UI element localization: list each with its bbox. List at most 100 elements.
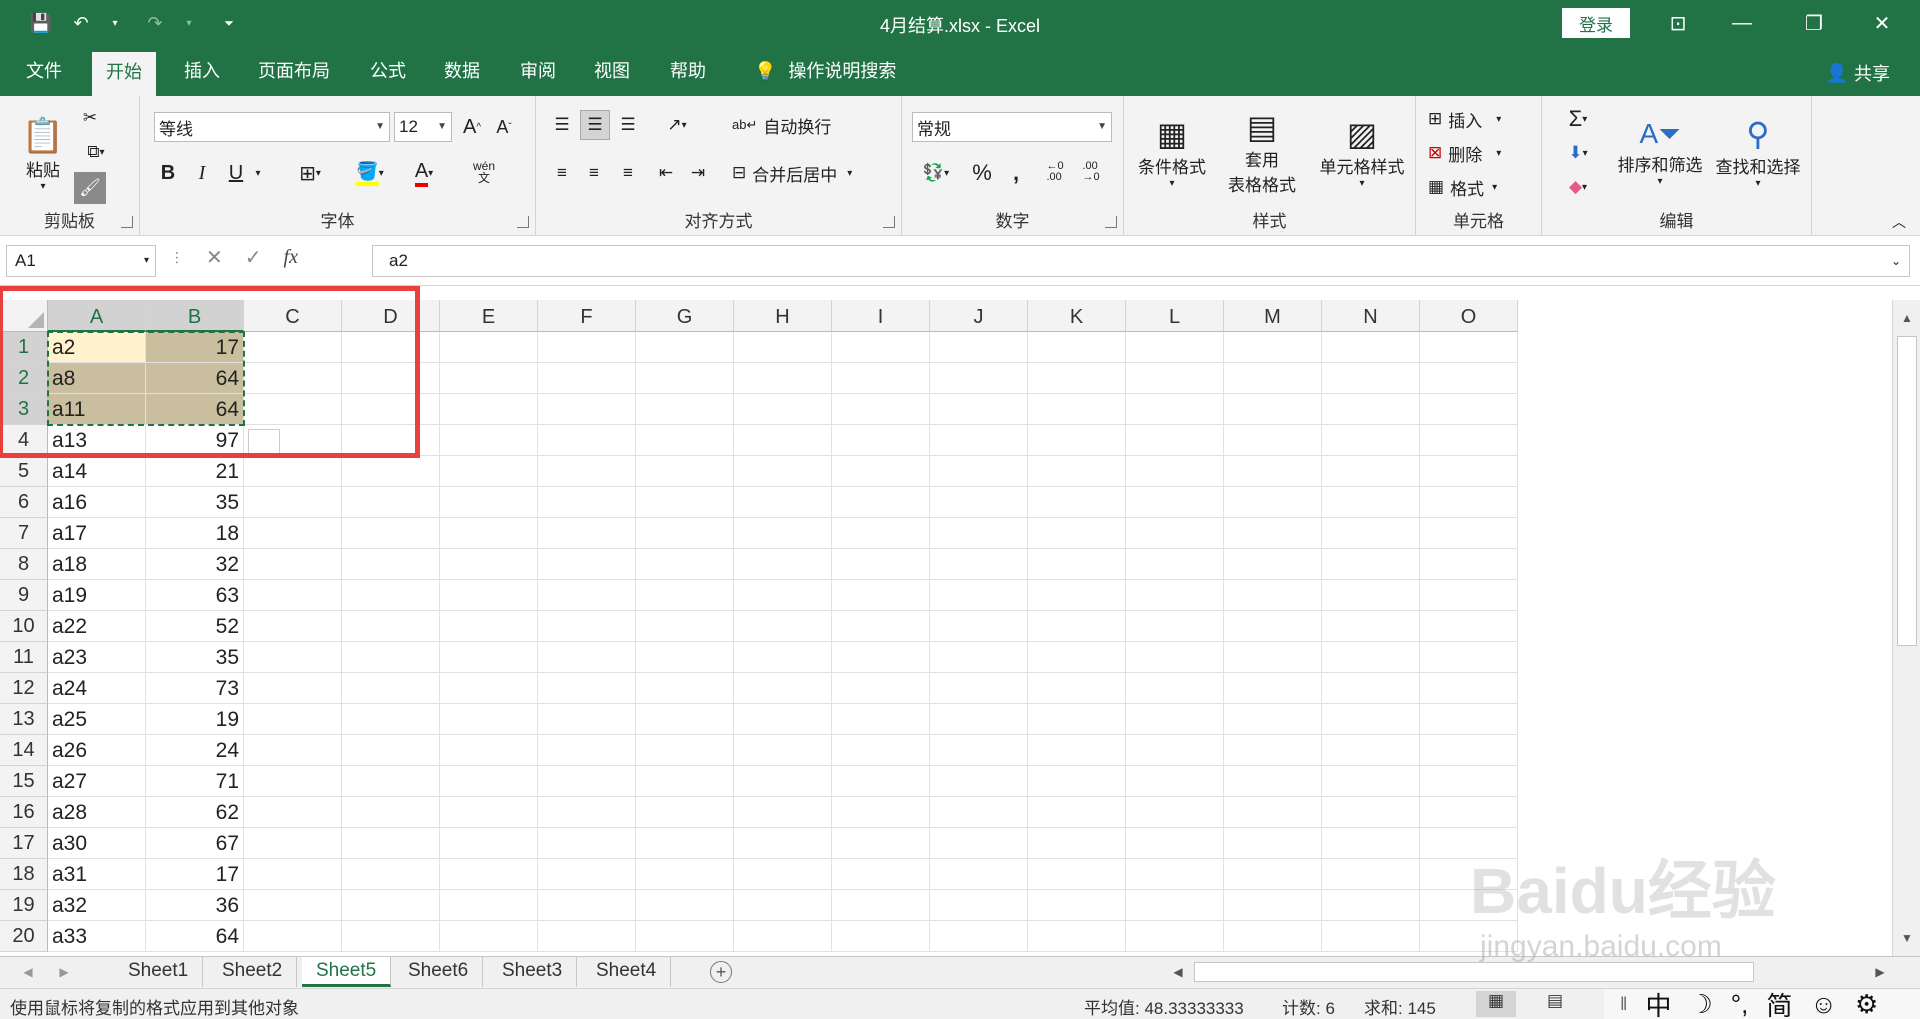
cell-empty[interactable]	[734, 642, 832, 673]
column-header-i[interactable]: I	[832, 300, 930, 332]
cell-empty[interactable]	[734, 766, 832, 797]
cell-empty[interactable]	[1028, 642, 1126, 673]
cell-empty[interactable]	[930, 518, 1028, 549]
row-header[interactable]: 1	[0, 332, 48, 363]
add-sheet-icon[interactable]: +	[710, 961, 732, 983]
tab-page-layout[interactable]: 页面布局	[244, 46, 344, 96]
column-header-m[interactable]: M	[1224, 300, 1322, 332]
cell-empty[interactable]	[1224, 425, 1322, 456]
cell-a[interactable]: a13	[48, 425, 146, 456]
cell-empty[interactable]	[1028, 549, 1126, 580]
sheet-tab-sheet3[interactable]: Sheet3	[488, 957, 578, 987]
cell-empty[interactable]	[342, 673, 440, 704]
cell-empty[interactable]	[1322, 890, 1420, 921]
cell-empty[interactable]	[930, 704, 1028, 735]
cell-empty[interactable]	[342, 859, 440, 890]
cell-empty[interactable]	[1322, 673, 1420, 704]
enter-icon[interactable]: ✓	[245, 245, 262, 270]
cell-empty[interactable]	[1420, 890, 1518, 921]
cell-empty[interactable]	[440, 890, 538, 921]
cell-b[interactable]: 71	[146, 766, 244, 797]
cell-empty[interactable]	[636, 549, 734, 580]
cell-empty[interactable]	[1126, 363, 1224, 394]
close-icon[interactable]: ✕	[1862, 6, 1902, 40]
cell-empty[interactable]	[1224, 766, 1322, 797]
accounting-format-icon[interactable]: 💱 ▾	[912, 158, 960, 188]
format-as-table-button[interactable]: ▤ 套用 表格格式	[1214, 102, 1310, 202]
cell-empty[interactable]	[440, 642, 538, 673]
cell-empty[interactable]	[440, 673, 538, 704]
insert-cells-button[interactable]: ⊞ 插入 ▾	[1428, 104, 1534, 134]
cell-empty[interactable]	[342, 456, 440, 487]
number-format-combo[interactable]: 常规 ▼	[912, 112, 1112, 142]
cell-empty[interactable]	[832, 828, 930, 859]
cell-empty[interactable]	[1224, 394, 1322, 425]
cell-empty[interactable]	[930, 642, 1028, 673]
scroll-up-icon[interactable]: ▲	[1893, 304, 1920, 332]
cell-empty[interactable]	[1322, 921, 1420, 952]
cell-empty[interactable]	[342, 394, 440, 425]
collapse-ribbon-icon[interactable]: ︿	[1886, 212, 1912, 232]
cell-empty[interactable]	[930, 611, 1028, 642]
font-color-icon[interactable]: A ▾	[402, 158, 446, 188]
cell-b[interactable]: 19	[146, 704, 244, 735]
delete-cells-button[interactable]: ⊠ 删除 ▾	[1428, 138, 1534, 168]
cell-empty[interactable]	[1224, 921, 1322, 952]
cell-a[interactable]: a26	[48, 735, 146, 766]
cell-b[interactable]: 64	[146, 363, 244, 394]
cell-empty[interactable]	[832, 673, 930, 704]
cell-a[interactable]: a16	[48, 487, 146, 518]
cell-empty[interactable]	[538, 549, 636, 580]
ime-chinese-mode[interactable]: 中	[1645, 986, 1671, 1019]
cell-empty[interactable]	[734, 456, 832, 487]
cell-empty[interactable]	[538, 580, 636, 611]
cell-empty[interactable]	[1028, 456, 1126, 487]
cell-empty[interactable]	[930, 859, 1028, 890]
cell-empty[interactable]	[538, 828, 636, 859]
orientation-icon[interactable]: ↗ ▾	[656, 110, 698, 140]
cell-empty[interactable]	[1224, 518, 1322, 549]
cell-empty[interactable]	[1028, 363, 1126, 394]
cell-empty[interactable]	[244, 828, 342, 859]
vertical-scrollbar[interactable]: ▲ ▼	[1892, 300, 1920, 956]
cut-icon[interactable]: ✂	[76, 104, 104, 132]
cell-empty[interactable]	[244, 704, 342, 735]
cell-empty[interactable]	[440, 487, 538, 518]
paste-button[interactable]: 📋 粘贴 ▾	[20, 104, 66, 204]
cell-empty[interactable]	[832, 363, 930, 394]
cell-b[interactable]: 32	[146, 549, 244, 580]
cell-empty[interactable]	[244, 363, 342, 394]
cell-empty[interactable]	[930, 890, 1028, 921]
cell-b[interactable]: 35	[146, 642, 244, 673]
cell-empty[interactable]	[734, 673, 832, 704]
chevron-down-icon[interactable]: ▾	[250, 158, 266, 188]
cell-empty[interactable]	[1322, 518, 1420, 549]
cell-empty[interactable]	[734, 394, 832, 425]
cell-b[interactable]: 62	[146, 797, 244, 828]
cell-empty[interactable]	[342, 890, 440, 921]
cell-empty[interactable]	[342, 549, 440, 580]
merge-center-button[interactable]: ⊟ 合并后居中 ▾	[732, 158, 888, 188]
cell-empty[interactable]	[1126, 828, 1224, 859]
cell-empty[interactable]	[1126, 394, 1224, 425]
fill-color-icon[interactable]: 🪣 ▾	[348, 158, 392, 188]
cell-empty[interactable]	[1420, 363, 1518, 394]
cell-empty[interactable]	[1028, 797, 1126, 828]
tab-insert[interactable]: 插入	[170, 46, 234, 96]
cell-empty[interactable]	[1322, 828, 1420, 859]
share-button[interactable]: 👤 共享	[1826, 60, 1890, 86]
cell-empty[interactable]	[930, 580, 1028, 611]
cell-empty[interactable]	[930, 921, 1028, 952]
cell-empty[interactable]	[1126, 518, 1224, 549]
cell-empty[interactable]	[538, 704, 636, 735]
fill-icon[interactable]: ⬇ ▾	[1556, 138, 1600, 168]
cell-b[interactable]: 64	[146, 921, 244, 952]
cell-empty[interactable]	[1322, 797, 1420, 828]
row-header[interactable]: 11	[0, 642, 48, 673]
align-middle-icon[interactable]: ☰	[580, 110, 610, 140]
sheet-tab-sheet5[interactable]: Sheet5	[302, 957, 392, 987]
cell-empty[interactable]	[342, 642, 440, 673]
cell-empty[interactable]	[440, 921, 538, 952]
cell-empty[interactable]	[538, 611, 636, 642]
dialog-launcher-icon[interactable]	[121, 216, 133, 228]
